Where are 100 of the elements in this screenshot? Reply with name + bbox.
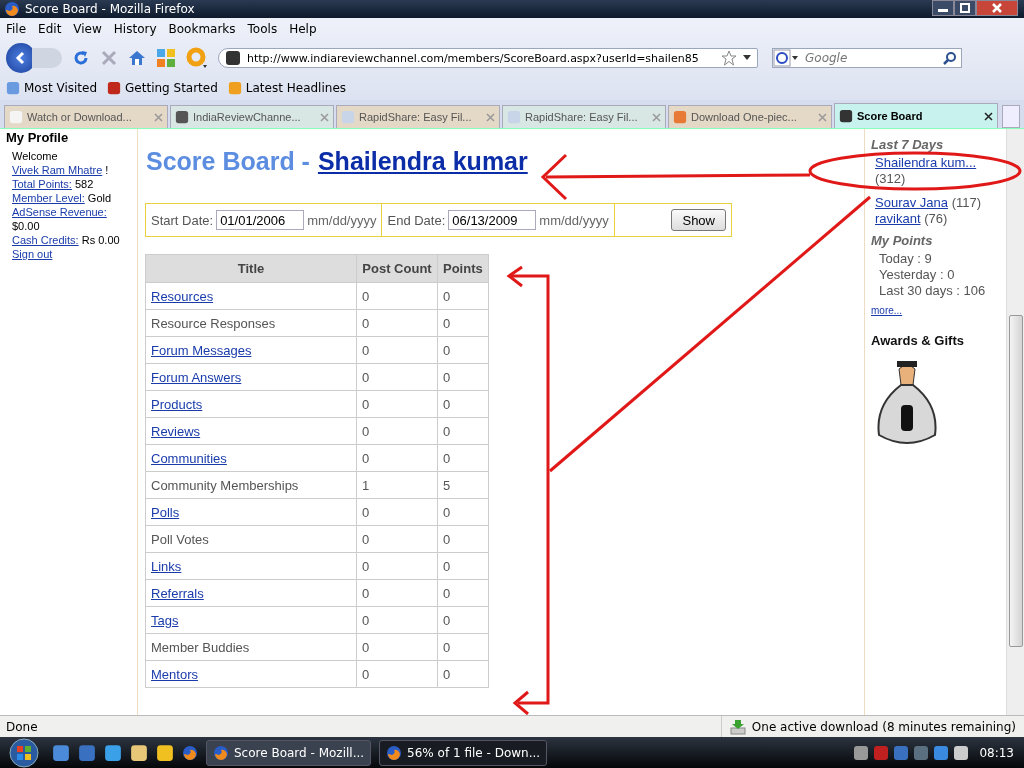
category-link[interactable]: Mentors bbox=[151, 666, 198, 682]
bookmark-item[interactable]: Most Visited bbox=[6, 81, 98, 95]
user-link[interactable]: Shailendra kumar bbox=[317, 147, 528, 176]
table-cell: 0 bbox=[356, 633, 438, 661]
section-heading: My Points bbox=[871, 233, 934, 249]
leader-link[interactable]: Shailendra kum... bbox=[875, 155, 977, 170]
category-link[interactable]: Reviews bbox=[151, 423, 201, 439]
table-cell: 0 bbox=[437, 417, 489, 445]
reload-icon[interactable] bbox=[72, 49, 90, 67]
table-cell: 0 bbox=[356, 444, 438, 472]
bookmark-item[interactable]: Latest Headlines bbox=[227, 81, 346, 95]
table-cell: 0 bbox=[356, 336, 438, 364]
taskbar-button[interactable]: 56% of 1 file - Down... bbox=[379, 739, 548, 766]
table-cell: Resource Responses bbox=[145, 309, 357, 337]
menu-item[interactable]: Edit bbox=[38, 22, 62, 36]
bookmark-item[interactable]: Getting Started bbox=[107, 81, 218, 95]
browser-tab[interactable]: Download One-piec... bbox=[668, 105, 832, 128]
table-cell: 0 bbox=[437, 660, 489, 688]
browser-tab[interactable]: IndiaReviewChanne... bbox=[170, 105, 334, 128]
search-box[interactable]: Google bbox=[772, 48, 962, 68]
stat-link[interactable]: AdSense Revenue: bbox=[12, 206, 107, 218]
category-link[interactable]: Forum Answers bbox=[151, 369, 242, 385]
user-link[interactable]: Vivek Ram Mhatre bbox=[12, 164, 103, 176]
download-status[interactable]: One active download (8 minutes remaining) bbox=[751, 719, 1016, 734]
stat-link[interactable]: Member Level: bbox=[12, 192, 85, 204]
table-cell: 0 bbox=[356, 525, 438, 553]
firefox-icon bbox=[213, 744, 229, 761]
category-link[interactable]: Forum Messages bbox=[151, 342, 252, 358]
table-cell: 0 bbox=[356, 579, 438, 607]
table-cell: 0 bbox=[356, 363, 438, 391]
table-cell: 0 bbox=[437, 498, 489, 526]
stat-link[interactable]: Total Points: bbox=[12, 178, 72, 190]
category-link[interactable]: Tags bbox=[151, 612, 179, 628]
browser-tab[interactable]: RapidShare: Easy Fil... bbox=[336, 105, 500, 128]
table-cell: 0 bbox=[356, 390, 438, 418]
field-label: Start Date: bbox=[151, 212, 214, 228]
show-button[interactable]: Show bbox=[671, 209, 726, 231]
firefox-icon bbox=[4, 1, 20, 17]
search-icon[interactable] bbox=[943, 51, 957, 65]
search-engine-icon[interactable] bbox=[773, 49, 799, 67]
browser-tab[interactable]: Watch or Download... bbox=[4, 105, 168, 128]
table-cell: 0 bbox=[356, 309, 438, 337]
points-text: Last 30 days : 106 bbox=[878, 283, 987, 299]
dropdown-icon[interactable] bbox=[743, 55, 751, 61]
grid-icon[interactable] bbox=[156, 48, 176, 68]
scrollbar[interactable] bbox=[1006, 129, 1024, 715]
column-header: Points bbox=[437, 254, 489, 283]
profile-stat: AdSense Revenue: $0.00 bbox=[11, 205, 108, 233]
category-link[interactable]: Resources bbox=[151, 288, 214, 304]
taskbar-button[interactable]: Score Board - Mozill... bbox=[206, 739, 372, 766]
stat-link[interactable]: Cash Credits: bbox=[12, 234, 79, 246]
table-cell: 0 bbox=[437, 633, 489, 661]
category-link[interactable]: Products bbox=[151, 396, 203, 412]
table-cell: Community Memberships bbox=[145, 471, 357, 499]
sign-out-link[interactable]: Sign out bbox=[12, 248, 53, 260]
close-button[interactable] bbox=[976, 0, 1018, 16]
page-title: Score Board - bbox=[146, 147, 310, 176]
restore-button[interactable] bbox=[954, 0, 976, 16]
category-link[interactable]: Links bbox=[151, 558, 182, 574]
leader-link[interactable]: ravikant bbox=[875, 211, 921, 226]
menu-item[interactable]: File bbox=[6, 22, 27, 36]
category-link[interactable]: Referrals bbox=[151, 585, 204, 601]
browser-tab[interactable]: Score Board bbox=[834, 103, 998, 128]
menu-item[interactable]: Bookmarks bbox=[168, 22, 236, 36]
home-icon[interactable] bbox=[128, 49, 146, 67]
restore-icon bbox=[960, 3, 970, 13]
date-format-hint: mm/dd/yyyy bbox=[539, 212, 609, 228]
table-cell: 0 bbox=[356, 552, 438, 580]
menu-item[interactable]: View bbox=[73, 22, 102, 36]
end-date-field[interactable]: 06/13/2009 bbox=[448, 210, 537, 230]
more-link[interactable]: more... bbox=[871, 303, 903, 319]
category-link[interactable]: Polls bbox=[151, 504, 180, 520]
menu-item[interactable]: Tools bbox=[247, 22, 278, 36]
table-cell: 0 bbox=[437, 390, 489, 418]
table-cell: 0 bbox=[437, 363, 489, 391]
star-icon[interactable] bbox=[721, 50, 737, 66]
status-text: Done bbox=[6, 719, 38, 734]
section-heading: Last 7 Days bbox=[871, 137, 945, 153]
window-title: Score Board - Mozilla Firefox bbox=[25, 2, 195, 16]
address-field[interactable]: http://www.indiareviewchannel.com/members/ScoreBoard.aspx?userId=shailen85 bbox=[218, 48, 758, 68]
firefox-icon bbox=[386, 744, 403, 761]
download-icon[interactable] bbox=[729, 718, 746, 735]
leader-link[interactable]: Sourav Jana bbox=[875, 195, 948, 210]
minimize-button[interactable] bbox=[932, 0, 954, 16]
table-cell: 0 bbox=[437, 579, 489, 607]
table-cell: Member Buddies bbox=[145, 633, 357, 661]
table-cell: 0 bbox=[356, 498, 438, 526]
points-text: Today : 9 bbox=[878, 251, 933, 267]
table-cell: 0 bbox=[437, 336, 489, 364]
browser-tab[interactable]: RapidShare: Easy Fil... bbox=[502, 105, 666, 128]
menu-item[interactable]: History bbox=[113, 22, 157, 36]
table-cell: 1 bbox=[356, 471, 438, 499]
table-cell: 0 bbox=[356, 660, 438, 688]
column-header: Post Count bbox=[356, 254, 438, 283]
table-cell: Poll Votes bbox=[145, 525, 357, 553]
menu-item[interactable]: Help bbox=[289, 22, 317, 36]
category-link[interactable]: Communities bbox=[151, 450, 227, 466]
close-tab-icon[interactable] bbox=[984, 111, 993, 121]
start-date-field[interactable]: 01/01/2006 bbox=[216, 210, 305, 230]
table-cell: 0 bbox=[356, 282, 438, 310]
